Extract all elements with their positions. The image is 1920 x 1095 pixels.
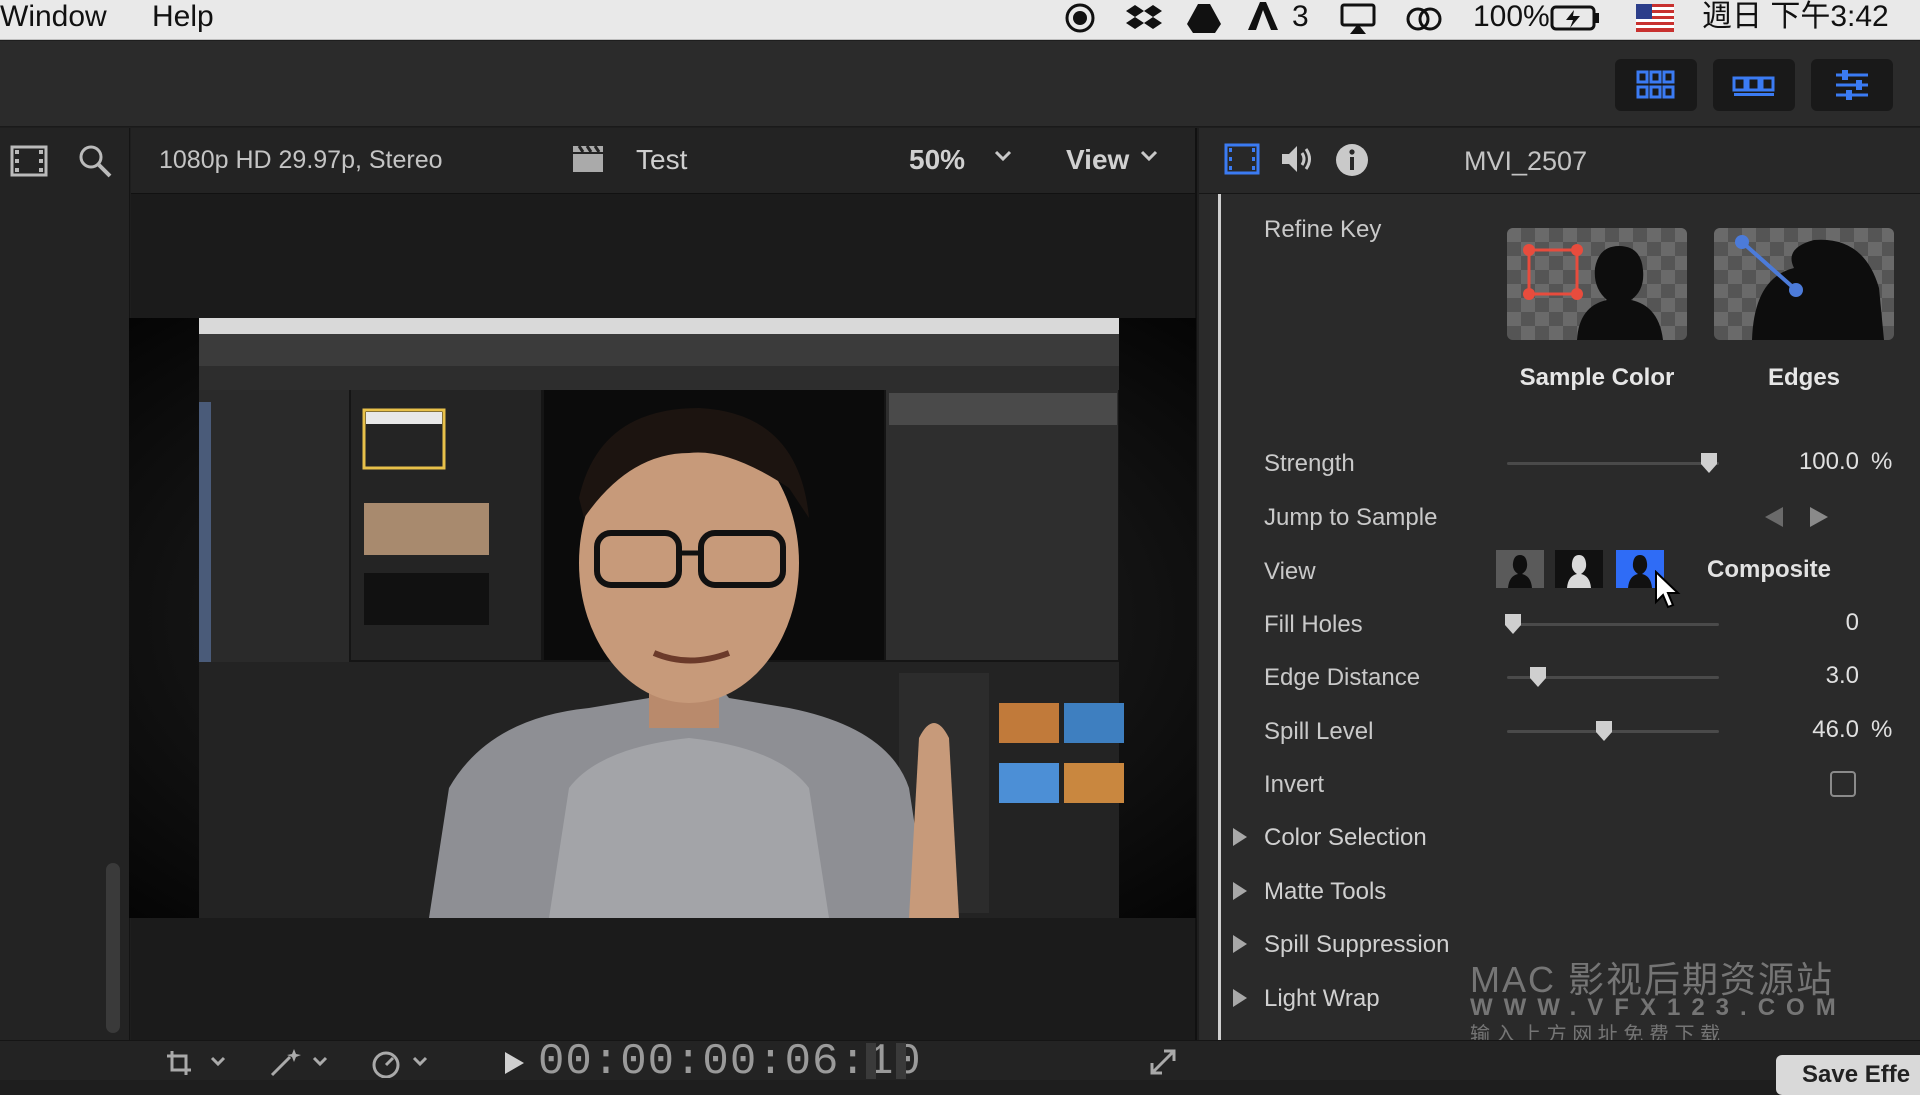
inspector-layout-button[interactable]	[1811, 59, 1893, 111]
edges-button[interactable]	[1714, 228, 1894, 340]
refine-key-label: Refine Key	[1264, 216, 1382, 243]
play-icon[interactable]	[502, 1050, 526, 1081]
light-wrap-section[interactable]: Light Wrap	[1264, 985, 1380, 1013]
fill-holes-value[interactable]: 0	[1749, 609, 1859, 637]
creative-cloud-icon[interactable]	[1404, 2, 1444, 44]
menu-help[interactable]: Help	[152, 0, 214, 34]
spill-level-label: Spill Level	[1264, 718, 1374, 745]
airplay-icon[interactable]	[1338, 2, 1378, 44]
video-inspector-icon[interactable]	[1224, 142, 1260, 181]
sample-color-caption: Sample Color	[1519, 364, 1675, 391]
badge-count: 3	[1292, 0, 1309, 33]
color-selection-disclosure-icon[interactable]	[1233, 828, 1247, 846]
audio-meter-left	[866, 1043, 876, 1079]
sliders-icon	[1836, 70, 1868, 100]
strength-slider[interactable]	[1507, 462, 1719, 465]
enhance-icon[interactable]	[268, 1047, 304, 1082]
us-flag-icon[interactable]	[1636, 4, 1674, 40]
edge-distance-slider-knob[interactable]	[1529, 666, 1547, 688]
search-icon[interactable]	[78, 144, 112, 183]
original-person-icon	[1555, 550, 1603, 588]
view-chevron-icon[interactable]	[1139, 148, 1159, 169]
edge-distance-label: Edge Distance	[1264, 664, 1421, 691]
drive-icon[interactable]	[1186, 2, 1222, 44]
format-label: 1080p HD 29.97p, Stereo	[159, 146, 443, 174]
dropbox-icon[interactable]	[1125, 2, 1163, 44]
sidebar-scrollbar[interactable]	[106, 863, 120, 1033]
battery-percent: 100%	[1473, 0, 1550, 33]
menu-bar: Window Help 3 100% 週日 下午3:42	[0, 0, 1920, 40]
spill-suppression-disclosure-icon[interactable]	[1233, 935, 1247, 953]
edge-distance-value[interactable]: 3.0	[1749, 662, 1859, 690]
bottom-bar: 00:00:00:06:10 Save Effe	[0, 1037, 1920, 1095]
invert-checkbox[interactable]	[1830, 771, 1856, 797]
view-label: View	[1264, 558, 1316, 585]
timeline-layout-button[interactable]	[1713, 59, 1795, 111]
strength-label: Strength	[1264, 450, 1355, 477]
strength-unit: %	[1871, 448, 1893, 475]
video-frame[interactable]	[129, 318, 1196, 918]
sample-color-button[interactable]	[1507, 228, 1687, 340]
zoom-level[interactable]: 50%	[909, 144, 965, 176]
info-inspector-icon[interactable]	[1334, 142, 1370, 183]
adobe-icon[interactable]	[1246, 0, 1280, 42]
view-mode-label: Composite	[1707, 556, 1832, 583]
inspector-divider	[1218, 194, 1221, 1040]
inspector: MVI_2507 Refine Key Sample Color Edges S…	[1199, 128, 1920, 1046]
toolbar	[0, 41, 1920, 127]
view-matte-button[interactable]	[1496, 550, 1544, 588]
spill-level-slider-knob[interactable]	[1595, 720, 1613, 742]
crop-chevron-icon[interactable]	[210, 1055, 226, 1073]
speed-icon[interactable]	[370, 1048, 402, 1083]
timeline-icon	[1732, 76, 1775, 96]
color-selection-section[interactable]: Color Selection	[1264, 824, 1427, 852]
spill-level-slider[interactable]	[1507, 730, 1719, 733]
menu-window[interactable]: Window	[0, 0, 107, 34]
clapper-icon	[571, 142, 605, 179]
jump-to-sample-label: Jump to Sample	[1264, 504, 1438, 531]
strength-value[interactable]: 100.0	[1749, 448, 1859, 476]
clock[interactable]: 週日 下午3:42	[1702, 0, 1889, 34]
spill-level-value[interactable]: 46.0	[1749, 716, 1859, 744]
fill-holes-label: Fill Holes	[1264, 611, 1363, 638]
zoom-chevron-icon[interactable]	[993, 148, 1013, 169]
spill-suppression-section[interactable]: Spill Suppression	[1264, 931, 1449, 959]
matte-tools-section[interactable]: Matte Tools	[1264, 878, 1386, 906]
browser-sidebar	[0, 128, 130, 1040]
speed-chevron-icon[interactable]	[412, 1055, 428, 1073]
view-menu[interactable]: View	[1066, 144, 1129, 176]
previous-sample-icon[interactable]	[1761, 504, 1787, 530]
inspector-header: MVI_2507	[1199, 128, 1920, 194]
crop-icon[interactable]	[165, 1049, 193, 1082]
viewer-header: 1080p HD 29.97p, Stereo Test 50% View	[131, 128, 1195, 194]
filmstrip-icon[interactable]	[10, 144, 48, 183]
audio-inspector-icon[interactable]	[1279, 142, 1317, 181]
edges-caption: Edges	[1767, 364, 1841, 391]
enhance-chevron-icon[interactable]	[312, 1055, 328, 1073]
video-content	[129, 318, 1196, 918]
clip-name: MVI_2507	[1464, 146, 1588, 176]
matte-tools-disclosure-icon[interactable]	[1233, 882, 1247, 900]
mouse-cursor-icon	[1655, 570, 1681, 609]
grid-icon	[1636, 70, 1675, 99]
matte-person-icon	[1496, 550, 1544, 588]
fill-holes-slider-knob[interactable]	[1504, 613, 1522, 635]
record-icon[interactable]	[1063, 2, 1097, 44]
strength-slider-knob[interactable]	[1700, 452, 1718, 474]
viewer: 1080p HD 29.97p, Stereo Test 50% View	[129, 128, 1197, 1040]
fill-holes-slider[interactable]	[1507, 623, 1719, 626]
next-sample-icon[interactable]	[1806, 504, 1832, 530]
spill-level-unit: %	[1871, 716, 1893, 743]
light-wrap-disclosure-icon[interactable]	[1233, 989, 1247, 1007]
invert-label: Invert	[1264, 771, 1325, 798]
edges-icon	[1714, 228, 1894, 340]
project-name: Test	[636, 144, 688, 175]
view-original-button[interactable]	[1555, 550, 1603, 588]
audio-meter-right	[896, 1043, 906, 1079]
sample-color-icon	[1507, 228, 1687, 340]
battery-icon[interactable]	[1550, 4, 1600, 40]
browser-layout-button[interactable]	[1615, 59, 1697, 111]
fullscreen-icon[interactable]	[1148, 1047, 1178, 1082]
save-effects-preset-button[interactable]: Save Effe	[1776, 1055, 1920, 1095]
